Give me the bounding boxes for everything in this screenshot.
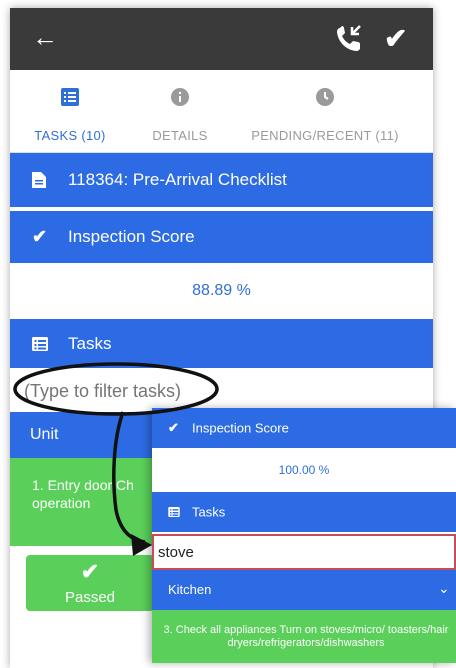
document-icon [32,172,46,188]
tab-bar: TASKS (10) DETAILS PENDING/RECENT (11) [10,70,433,153]
inspection-score-header: ✔ Inspection Score [10,211,433,263]
checklist-header: 118364: Pre-Arrival Checklist [10,153,433,207]
task-filter [10,368,433,413]
clock-icon [316,88,334,106]
tab-details[interactable]: DETAILS [130,70,230,152]
inset-task-text: 3. Check all appliances Turn on stoves/m… [163,624,449,649]
inset-search-input[interactable] [156,540,440,564]
inset-task-item[interactable]: 3. Check all appliances Turn on stoves/m… [152,610,456,663]
task-item-text: 1. Entry door Ch operation [32,477,134,511]
list-icon [61,88,79,106]
chevron-down-icon: ⌄ [438,580,450,596]
kitchen-group-label: Kitchen [168,582,212,597]
tasks-header: Tasks [10,319,433,368]
inset-inspection-header: ✔ Inspection Score [152,408,456,448]
tab-pending-recent-label: PENDING/RECENT (11) [251,128,399,143]
checkmark-icon: ✔ [168,420,179,435]
inset-score-value: 100.00 % [278,463,330,477]
kitchen-group-header[interactable]: Kitchen ⌄ [152,570,456,610]
tab-details-label: DETAILS [152,128,208,143]
save-checkmark-icon[interactable]: ✔ [384,24,407,54]
inset-tasks-header: Tasks [152,492,456,532]
tab-tasks[interactable]: TASKS (10) [10,70,130,152]
zoom-inset: ✔ Inspection Score 100.00 % Tasks Kitche… [152,408,456,663]
checkmark-icon: ✔ [80,559,100,584]
tab-tasks-label: TASKS (10) [34,128,106,143]
info-icon [171,88,189,106]
unit-group-label: Unit [30,426,59,443]
inset-tasks-label: Tasks [192,504,226,520]
inspection-score-label: Inspection Score [68,227,195,246]
task-filter-input[interactable] [22,376,426,406]
checklist-title: 118364: Pre-Arrival Checklist [68,170,287,189]
list-icon [32,336,48,351]
inset-search-field [152,534,456,570]
passed-button[interactable]: ✔ Passed [26,555,154,611]
checkmark-icon: ✔ [32,226,48,247]
tab-pending-recent[interactable]: PENDING/RECENT (11) [230,70,420,152]
back-arrow-icon[interactable]: ← [32,22,58,52]
list-icon [168,507,180,517]
app-toolbar: ← ✔ [10,8,433,70]
tasks-label: Tasks [68,333,112,353]
phone-callback-icon[interactable] [332,22,366,56]
passed-button-label: Passed [64,589,116,606]
inspection-score-value: 88.89 % [10,263,433,320]
inset-inspection-label: Inspection Score [192,420,289,436]
